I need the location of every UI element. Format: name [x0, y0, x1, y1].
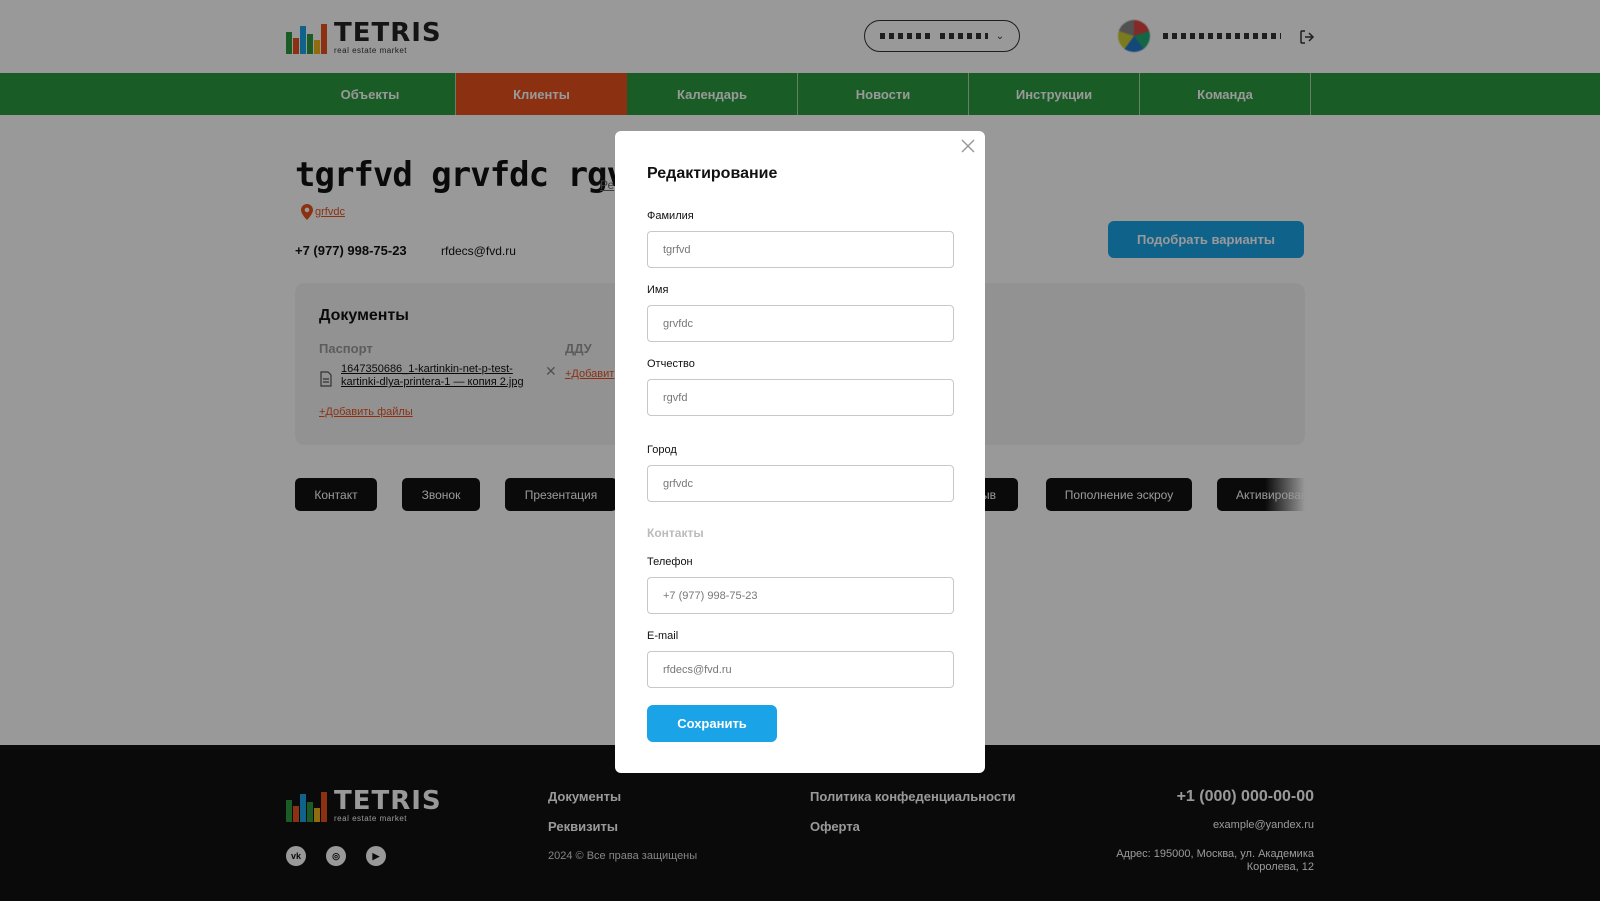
page: TETRIS real estate market ⌄ Объекты Клие… [0, 0, 1600, 901]
email-field[interactable] [647, 651, 954, 688]
contacts-section-title: Контакты [647, 526, 704, 540]
close-icon[interactable] [959, 137, 977, 155]
surname-label: Фамилия [647, 210, 694, 222]
city-label: Город [647, 444, 677, 456]
city-field[interactable] [647, 465, 954, 502]
patronymic-field[interactable] [647, 379, 954, 416]
name-label: Имя [647, 284, 669, 296]
modal-title: Редактирование [647, 165, 778, 182]
save-button[interactable]: Сохранить [647, 705, 777, 742]
phone-label: Телефон [647, 556, 693, 568]
edit-modal: Редактирование Фамилия Имя Отчество Горо… [615, 131, 985, 773]
surname-field[interactable] [647, 231, 954, 268]
email-label: E-mail [647, 630, 679, 642]
phone-field[interactable] [647, 577, 954, 614]
name-field[interactable] [647, 305, 954, 342]
patronymic-label: Отчество [647, 358, 695, 370]
